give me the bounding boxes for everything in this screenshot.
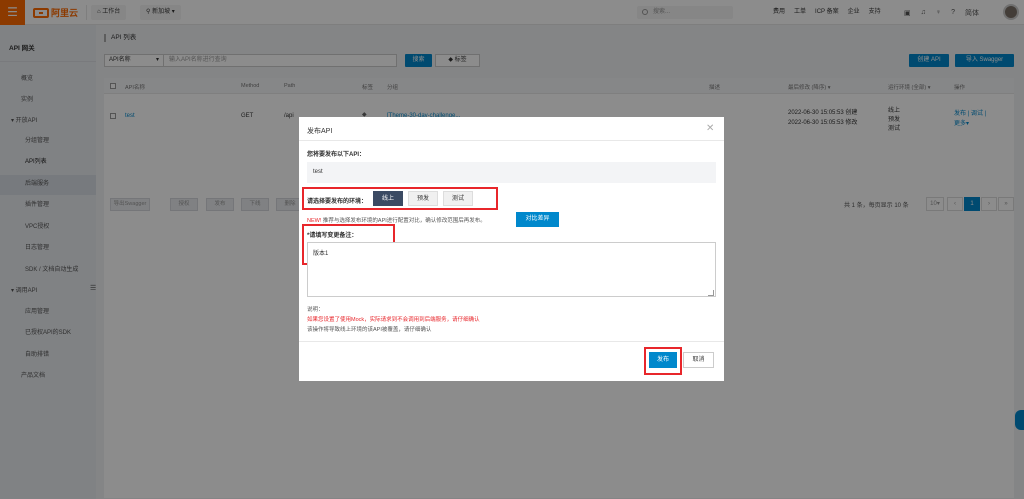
api-name-display: test	[307, 162, 716, 183]
publish-button[interactable]: 发布	[649, 352, 677, 368]
close-icon[interactable]: ✕	[706, 123, 714, 134]
compare-notice: NEW! 推荐与选择发布环境的API进行配置对比，确认修改范围后再发布。	[307, 216, 486, 224]
env-option-pre[interactable]: 预发	[408, 191, 438, 206]
remark-textarea[interactable]: 版本1	[307, 242, 716, 297]
env-option-online[interactable]: 线上	[373, 191, 403, 206]
mock-warning: 如果您设置了使用Mock，实际请求到不会调用到后端服务，请仔细确认	[307, 317, 480, 323]
resize-handle-icon[interactable]	[708, 290, 714, 296]
divider	[299, 341, 724, 342]
dialog-title: 发布API	[307, 128, 333, 135]
api-label: 您将要发布以下API：	[307, 152, 366, 158]
note-title: 说明：	[307, 307, 324, 313]
cancel-button[interactable]: 取消	[683, 352, 714, 368]
env-label: 请选择要发布的环境：	[307, 199, 368, 205]
publish-api-dialog: 发布API ✕ 您将要发布以下API： test 请选择要发布的环境： 线上 预…	[299, 117, 724, 381]
compare-diff-button[interactable]: 对比差异	[516, 212, 559, 227]
divider	[299, 140, 724, 141]
remark-label: *请填写变更备注：	[307, 233, 358, 239]
env-option-test[interactable]: 测试	[443, 191, 473, 206]
overwrite-warning: 该操作将导致线上环境的该API被覆盖，请仔细确认	[307, 327, 432, 333]
